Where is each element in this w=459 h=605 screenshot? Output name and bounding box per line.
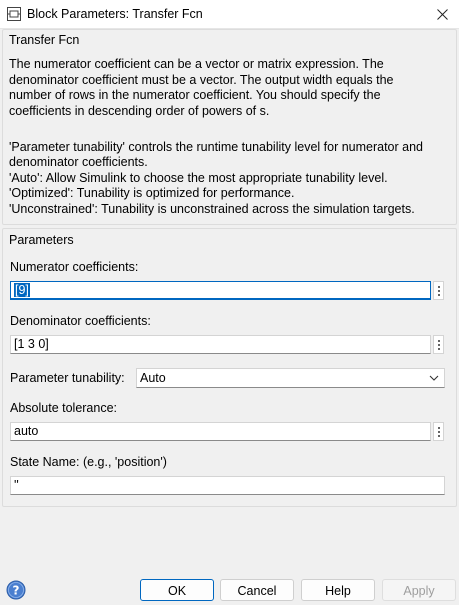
abs-tol-label: Absolute tolerance:: [10, 401, 118, 415]
description-line: number of rows in the numerator coeffici…: [9, 88, 381, 102]
window-title: Block Parameters: Transfer Fcn: [27, 7, 203, 21]
denominator-label: Denominator coefficients:: [10, 314, 151, 328]
more-vert-icon: [437, 285, 440, 288]
tunability-label: Parameter tunability:: [10, 371, 125, 385]
state-name-input[interactable]: '': [10, 476, 445, 495]
help-icon[interactable]: ?: [6, 580, 26, 600]
abs-tol-options-button[interactable]: [433, 422, 444, 441]
description-line: 'Unconstrained': Tunability is unconstra…: [9, 201, 415, 216]
more-vert-icon: [437, 426, 440, 429]
description-line: denominator coefficients.: [9, 155, 148, 169]
help-button[interactable]: Help: [301, 579, 375, 601]
numerator-label: Numerator coefficients:: [10, 260, 139, 274]
tunability-value: Auto: [140, 371, 166, 385]
description-line: 'Parameter tunability' controls the runt…: [9, 139, 424, 154]
description-line: coefficients in descending order of powe…: [9, 103, 270, 118]
state-name-label: State Name: (e.g., 'position'): [10, 455, 167, 469]
close-icon: [436, 8, 448, 20]
more-vert-icon: [437, 339, 440, 342]
numerator-input[interactable]: [9]: [10, 281, 431, 300]
cancel-button[interactable]: Cancel: [220, 579, 294, 601]
parameters-group-label: Parameters: [9, 233, 74, 247]
apply-button[interactable]: Apply: [382, 579, 456, 601]
title-bar: Block Parameters: Transfer Fcn: [0, 0, 459, 29]
denominator-value: [1 3 0]: [14, 337, 49, 351]
description-line: 'Auto': Allow Simulink to choose the mos…: [9, 170, 388, 185]
block-type-label: Transfer Fcn: [9, 33, 80, 47]
numerator-value: [9]: [14, 283, 30, 297]
chevron-down-icon: [429, 375, 439, 381]
description-line: denominator coefficient must be a vector…: [9, 72, 394, 87]
denominator-input[interactable]: [1 3 0]: [10, 335, 431, 354]
simulink-block-icon: [7, 7, 21, 21]
close-button[interactable]: [425, 0, 459, 28]
ok-button[interactable]: OK: [140, 579, 214, 601]
numerator-options-button[interactable]: [433, 281, 444, 300]
denominator-options-button[interactable]: [433, 335, 444, 354]
description-line: The numerator coefficient can be a vecto…: [9, 57, 384, 71]
tunability-dropdown[interactable]: Auto: [136, 368, 445, 388]
abs-tol-input[interactable]: auto: [10, 422, 431, 441]
description-line: 'Optimized': Tunability is optimized for…: [9, 186, 295, 200]
state-name-value: '': [14, 478, 19, 492]
abs-tol-value: auto: [14, 424, 39, 438]
svg-text:?: ?: [13, 584, 20, 598]
